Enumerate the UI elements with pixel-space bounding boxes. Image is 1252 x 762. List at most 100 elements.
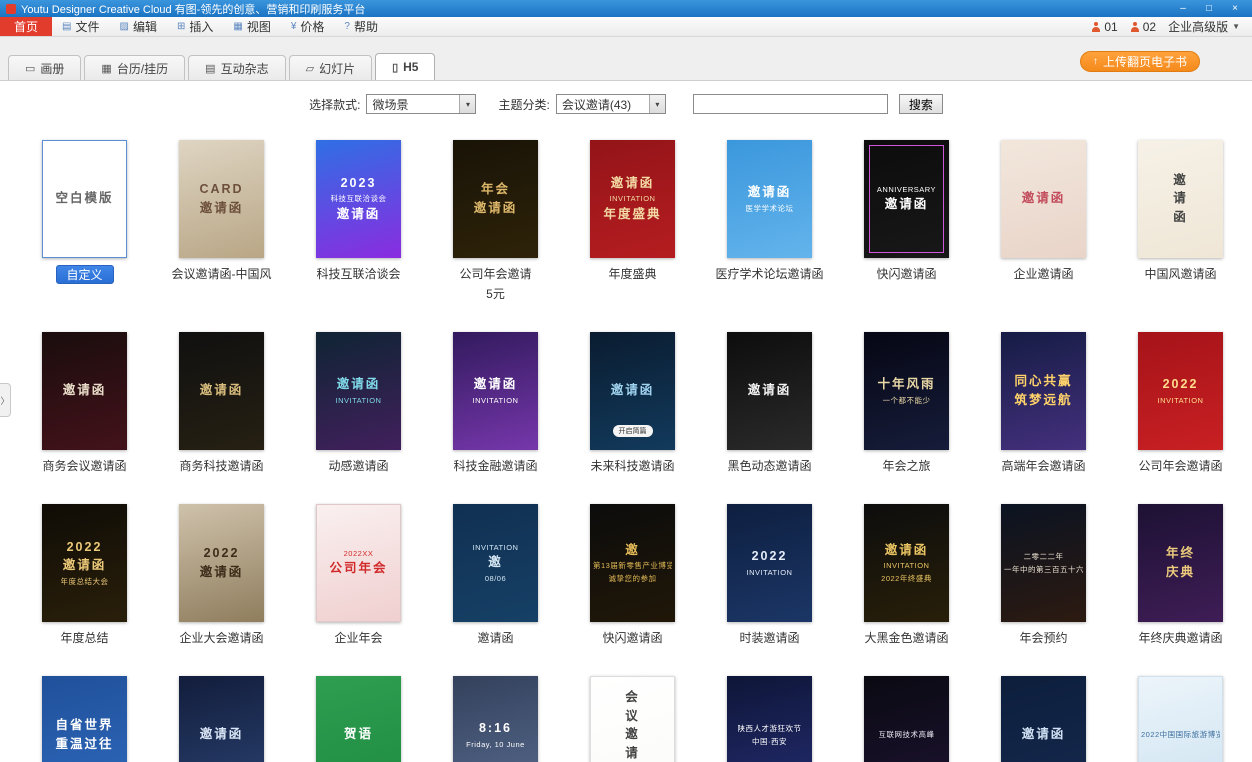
template-card: 互联网技术高峰 bbox=[864, 676, 949, 762]
template-thumbnail-text: 十年风雨一个都不能少 bbox=[864, 332, 949, 450]
menubar: 首页 ▤ 文件 ▨ 编辑 ⊞ 插入 ▦ 视图 ¥ 价格 ? 帮助 01 02 企… bbox=[0, 17, 1252, 37]
template-thumbnail-text: 会议邀请函 bbox=[591, 677, 674, 762]
template-card: 8:16Friday, 10 June bbox=[453, 676, 538, 762]
template-thumbnail[interactable]: 2022邀请函 bbox=[179, 504, 264, 622]
upload-ebook-button[interactable]: ↑ 上传翻页电子书 bbox=[1080, 51, 1200, 72]
template-thumbnail[interactable]: 十年风雨一个都不能少 bbox=[864, 332, 949, 450]
template-thumbnail-text: 年终庆典 bbox=[1138, 504, 1223, 622]
menu-help-label: 帮助 bbox=[354, 18, 378, 35]
template-thumbnail[interactable]: 邀请函 bbox=[179, 332, 264, 450]
template-card: CARD邀请函 会议邀请函-中国风 bbox=[179, 140, 264, 302]
account-menu[interactable]: 企业高级版 ▼ bbox=[1168, 18, 1240, 35]
tab-magazine[interactable]: ▤ 互动杂志 bbox=[188, 55, 285, 80]
template-card: 邀请函 商务科技邀请函 bbox=[179, 332, 264, 474]
album-icon: ▭ bbox=[25, 62, 35, 75]
user-badge-2[interactable]: 02 bbox=[1130, 20, 1156, 34]
template-card: 十年风雨一个都不能少 年会之旅 bbox=[864, 332, 949, 474]
menu-help[interactable]: ? 帮助 bbox=[334, 17, 388, 36]
template-thumbnail[interactable]: INVITATION邀08/06 bbox=[453, 504, 538, 622]
style-select[interactable]: 微场景 ▾ bbox=[366, 94, 476, 114]
template-thumbnail[interactable]: 同心共赢筑梦远航 bbox=[1001, 332, 1086, 450]
user-badge-1[interactable]: 01 bbox=[1091, 20, 1117, 34]
menu-insert[interactable]: ⊞ 插入 bbox=[167, 17, 223, 36]
tab-h5[interactable]: ▯ H5 bbox=[375, 53, 435, 80]
template-thumbnail[interactable]: 邀请函 bbox=[42, 332, 127, 450]
template-thumbnail-text: 2022中国国际旅游博览会 bbox=[1139, 677, 1222, 762]
template-thumbnail[interactable]: 2022XX公司年会 bbox=[316, 504, 401, 622]
person-icon bbox=[1130, 22, 1140, 32]
template-label: 大黑金色邀请函 bbox=[838, 629, 975, 646]
template-thumbnail[interactable]: 邀请函INVITATION bbox=[316, 332, 401, 450]
tab-calendar-label: 台历/挂历 bbox=[117, 60, 168, 77]
tab-albums[interactable]: ▭ 画册 bbox=[8, 55, 81, 80]
template-thumbnail[interactable]: 2023科技互联洽谈会邀请函 bbox=[316, 140, 401, 258]
template-thumbnail[interactable]: 邀请函医学学术论坛 bbox=[727, 140, 812, 258]
template-thumbnail[interactable]: ANNIVERSARY邀请函 bbox=[864, 140, 949, 258]
minimize-button[interactable]: – bbox=[1176, 3, 1190, 14]
template-thumbnail[interactable]: 空白模版 bbox=[42, 140, 127, 258]
template-thumbnail[interactable]: 邀请函 开启简篇 bbox=[590, 332, 675, 450]
template-thumbnail[interactable]: 邀请函 bbox=[727, 332, 812, 450]
search-input[interactable] bbox=[693, 94, 888, 114]
menu-price[interactable]: ¥ 价格 bbox=[281, 17, 335, 36]
template-card: 2022XX公司年会 企业年会 bbox=[316, 504, 401, 646]
template-thumbnail[interactable]: 二零二二年一年中的第三百五十六天 bbox=[1001, 504, 1086, 622]
template-thumbnail[interactable]: 8:16Friday, 10 June bbox=[453, 676, 538, 762]
template-label: 未来科技邀请函 bbox=[564, 457, 701, 474]
maximize-button[interactable]: □ bbox=[1202, 3, 1216, 14]
menu-view[interactable]: ▦ 视图 bbox=[223, 17, 280, 36]
template-card: 空白模版 自定义 bbox=[42, 140, 127, 302]
template-card: 2022INVITATION 公司年会邀请函 bbox=[1138, 332, 1223, 474]
close-button[interactable]: × bbox=[1228, 3, 1242, 14]
template-label: 时装邀请函 bbox=[701, 629, 838, 646]
template-thumbnail[interactable]: 自省世界重温过往 bbox=[42, 676, 127, 762]
tab-calendar[interactable]: ▦ 台历/挂历 bbox=[84, 55, 185, 80]
template-thumbnail[interactable]: 2022邀请函年度总结大会 bbox=[42, 504, 127, 622]
customize-button[interactable]: 自定义 bbox=[56, 265, 114, 284]
template-thumbnail[interactable]: 2022中国国际旅游博览会 bbox=[1138, 676, 1223, 762]
template-thumbnail[interactable]: 邀请函INVITATION2022年终盛典 bbox=[864, 504, 949, 622]
template-thumbnail[interactable]: 互联网技术高峰 bbox=[864, 676, 949, 762]
template-thumbnail[interactable]: 邀请函INVITATION年度盛典 bbox=[590, 140, 675, 258]
template-thumbnail-text: 邀请函 bbox=[42, 332, 127, 450]
tab-h5-label: H5 bbox=[403, 60, 418, 74]
template-thumbnail[interactable]: 邀第13届新零售产业博览会诚挚您的参加 bbox=[590, 504, 675, 622]
template-card: 邀请函 bbox=[1001, 676, 1086, 762]
template-thumbnail[interactable]: 邀请函 bbox=[1001, 676, 1086, 762]
template-thumbnail[interactable]: 陕西人才游狂欢节中国·西安 bbox=[727, 676, 812, 762]
menu-home-label: 首页 bbox=[14, 18, 38, 35]
filter-row: 选择款式: 微场景 ▾ 主题分类: 会议邀请(43) ▾ 搜索 bbox=[0, 94, 1252, 114]
search-button[interactable]: 搜索 bbox=[899, 94, 943, 114]
template-thumbnail[interactable]: 邀请函 bbox=[1001, 140, 1086, 258]
edit-icon: ▨ bbox=[119, 21, 128, 32]
menu-home[interactable]: 首页 bbox=[0, 17, 52, 36]
template-thumbnail[interactable]: 2022INVITATION bbox=[1138, 332, 1223, 450]
app-logo bbox=[6, 4, 16, 14]
tab-slides[interactable]: ▱ 幻灯片 bbox=[289, 55, 372, 80]
menu-price-label: 价格 bbox=[300, 18, 324, 35]
template-thumbnail[interactable]: 2022INVITATION bbox=[727, 504, 812, 622]
category-select[interactable]: 会议邀请(43) ▾ bbox=[556, 94, 666, 114]
template-thumbnail[interactable]: 邀请函 bbox=[1138, 140, 1223, 258]
template-thumbnail-text: 邀请函 bbox=[1001, 140, 1086, 258]
template-thumbnail[interactable]: 邀请函 bbox=[179, 676, 264, 762]
template-label: 邀请函 bbox=[427, 629, 564, 646]
template-label: 公司年会邀请 bbox=[427, 265, 564, 282]
template-thumbnail-text: 年会邀请函 bbox=[453, 140, 538, 258]
template-label: 快闪邀请函 bbox=[564, 629, 701, 646]
template-label: 年度总结 bbox=[16, 629, 153, 646]
template-thumbnail-text: 邀第13届新零售产业博览会诚挚您的参加 bbox=[590, 504, 675, 622]
menu-edit[interactable]: ▨ 编辑 bbox=[109, 17, 166, 36]
template-thumbnail[interactable]: 年会邀请函 bbox=[453, 140, 538, 258]
sidebar-collapse-handle[interactable]: 〉 bbox=[0, 383, 11, 417]
menu-file[interactable]: ▤ 文件 bbox=[52, 17, 109, 36]
template-thumbnail[interactable]: CARD邀请函 bbox=[179, 140, 264, 258]
account-label: 企业高级版 bbox=[1168, 18, 1228, 35]
template-thumbnail-text: 邀请函INVITATION2022年终盛典 bbox=[864, 504, 949, 622]
template-label: 年度盛典 bbox=[564, 265, 701, 282]
template-thumbnail[interactable]: 年终庆典 bbox=[1138, 504, 1223, 622]
template-thumbnail-text: 邀请函 bbox=[179, 676, 264, 762]
template-thumbnail[interactable]: 会议邀请函 bbox=[590, 676, 675, 762]
template-thumbnail[interactable]: 贺语 bbox=[316, 676, 401, 762]
template-thumbnail[interactable]: 邀请函INVITATION bbox=[453, 332, 538, 450]
